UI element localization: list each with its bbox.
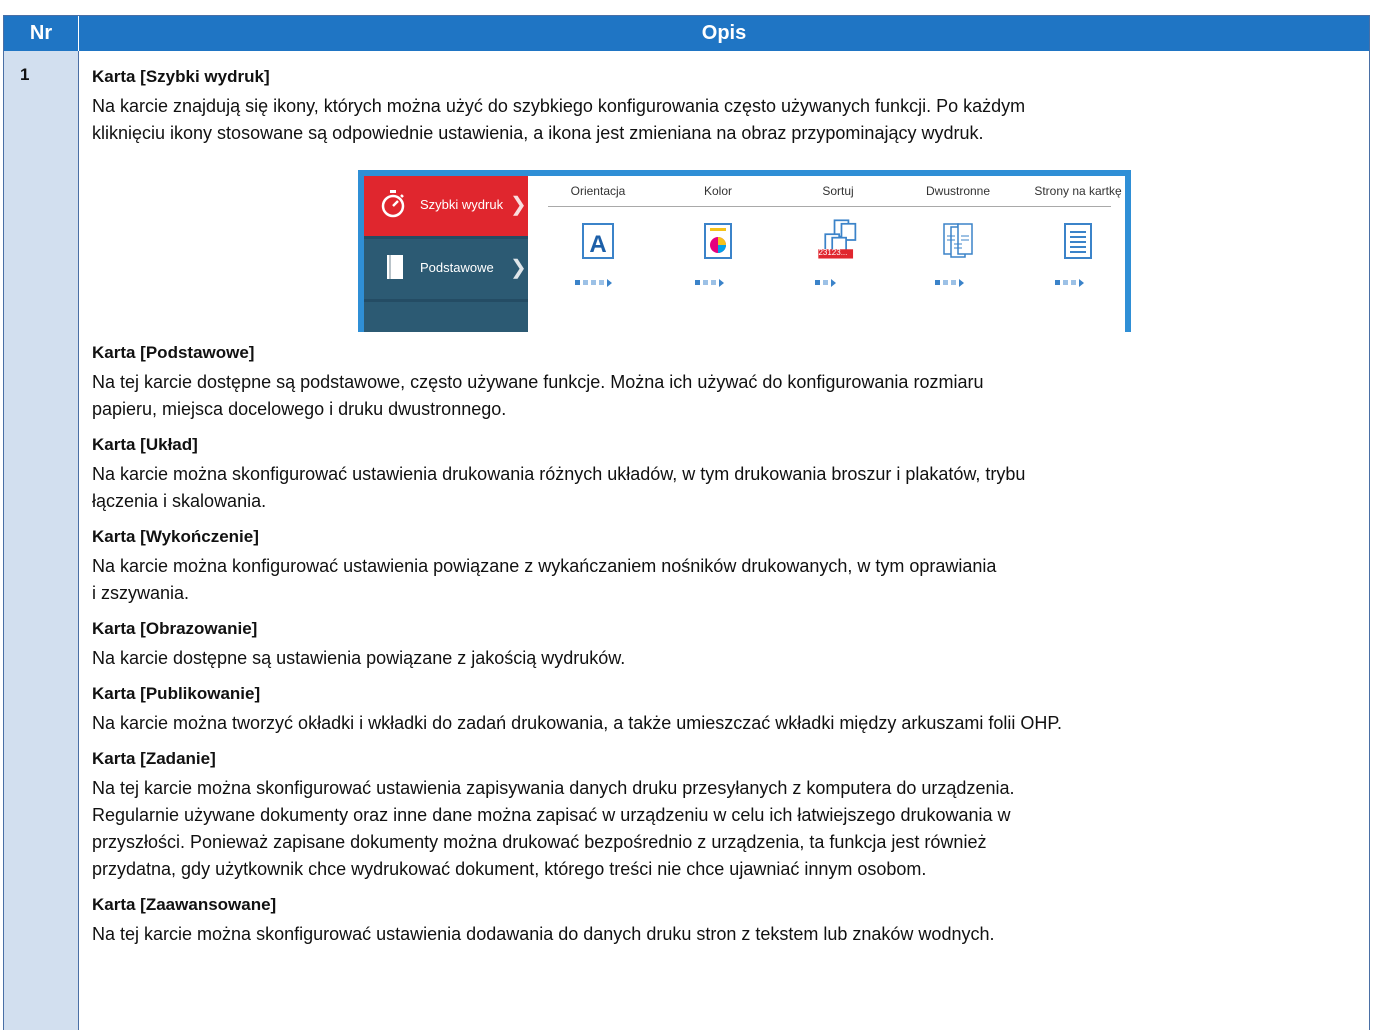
section-title-wykonczenie: Karta [Wykończenie] bbox=[92, 527, 259, 546]
section-title-zadanie: Karta [Zadanie] bbox=[92, 749, 216, 768]
book-icon bbox=[387, 255, 403, 279]
section-text-line: Na karcie dostępne są ustawienia powiąza… bbox=[92, 648, 626, 668]
row-description-cell: Karta [Szybki wydruk] Na karcie znajdują… bbox=[79, 51, 1369, 1030]
print-settings-screenshot: Szybki wydruk ❯ Podstawowe ❯ Orientacja bbox=[358, 170, 1131, 332]
quick-print-options: Orientacja A Kolor Sortuj 123123... Dwus… bbox=[534, 176, 1125, 332]
option-kolor: Kolor bbox=[658, 176, 778, 326]
header-opis: Opis bbox=[701, 22, 747, 44]
section-title-szybki-wydruk: Karta [Szybki wydruk] bbox=[92, 67, 270, 86]
stopwatch-icon bbox=[381, 190, 405, 218]
sidebar-tab-label: Szybki wydruk bbox=[420, 197, 504, 212]
option-label: Kolor bbox=[703, 184, 732, 198]
section-title-podstawowe: Karta [Podstawowe] bbox=[92, 343, 255, 362]
section-text-line: Na karcie można konfigurować ustawienia … bbox=[92, 556, 997, 576]
section-text-line: łączenia i skalowania. bbox=[92, 491, 267, 511]
svg-text:A: A bbox=[589, 231, 606, 258]
description-table: Nr Opis 1 Karta [Szybki wydruk] Na karci… bbox=[3, 15, 1370, 1030]
sort-badge: 123123... bbox=[814, 248, 848, 257]
sidebar-tab-szybki-wydruk: Szybki wydruk ❯ bbox=[364, 176, 528, 236]
section-text-line: Na tej karcie można skonfigurować ustawi… bbox=[92, 924, 995, 944]
sidebar-tab-label: Podstawowe bbox=[420, 260, 494, 275]
sidebar-tab-next bbox=[364, 302, 528, 332]
section-text-line: Na karcie można tworzyć okładki i wkładk… bbox=[92, 713, 1063, 733]
section-text-line: i zszywania. bbox=[92, 583, 190, 603]
screenshot-sidebar: Szybki wydruk ❯ Podstawowe ❯ bbox=[364, 176, 528, 332]
color-icon bbox=[704, 223, 732, 259]
row-number: 1 bbox=[20, 65, 30, 84]
option-state-dots bbox=[815, 274, 836, 287]
header-nr: Nr bbox=[4, 16, 79, 51]
section-text-line: Na karcie znajdują się ikony, których mo… bbox=[92, 96, 1026, 116]
option-state-dots bbox=[695, 274, 724, 287]
option-label: Dwustronne bbox=[925, 184, 991, 198]
option-state-dots bbox=[935, 274, 964, 287]
section-text-line: Na karcie można skonfigurować ustawienia… bbox=[92, 464, 1026, 484]
option-label: Strony na kartkę bbox=[1034, 184, 1122, 198]
option-strony-na-kartke: Strony na kartkę bbox=[1018, 176, 1131, 326]
chevron-right-icon: ❯ bbox=[510, 257, 527, 279]
section-text-line: kliknięciu ikony stosowane są odpowiedni… bbox=[92, 123, 984, 143]
section-title-zaawansowane: Karta [Zaawansowane] bbox=[92, 895, 277, 914]
table-header: Nr Opis bbox=[4, 16, 1369, 51]
section-text-line: przydatna, gdy użytkownik chce wydrukowa… bbox=[92, 859, 927, 879]
option-orientacja: Orientacja A bbox=[538, 176, 658, 326]
option-dwustronne: Dwustronne bbox=[898, 176, 1018, 326]
screenshot-panel: Szybki wydruk ❯ Podstawowe ❯ Orientacja bbox=[364, 176, 1125, 332]
chevron-right-icon: ❯ bbox=[510, 194, 527, 216]
duplex-icon bbox=[943, 223, 973, 258]
option-state-dots bbox=[1055, 274, 1084, 287]
row-number-cell: 1 bbox=[4, 51, 79, 1030]
option-state-dots bbox=[575, 274, 612, 287]
pages-per-sheet-icon bbox=[1064, 223, 1092, 259]
orientation-portrait-icon: A bbox=[582, 223, 614, 259]
section-text-line: papieru, miejsca docelowego i druku dwus… bbox=[92, 399, 507, 419]
option-sortuj: Sortuj 123123... bbox=[778, 176, 898, 326]
option-label: Sortuj bbox=[822, 184, 854, 198]
section-title-uklad: Karta [Układ] bbox=[92, 435, 198, 454]
option-label: Orientacja bbox=[570, 184, 626, 198]
section-text-line: Na tej karcie dostępne są podstawowe, cz… bbox=[92, 372, 984, 392]
section-title-obrazowanie: Karta [Obrazowanie] bbox=[92, 619, 258, 638]
section-title-publikowanie: Karta [Publikowanie] bbox=[92, 684, 261, 703]
section-text-line: przyszłości. Ponieważ zapisane dokumenty… bbox=[92, 832, 987, 852]
section-text-line: Na tej karcie można skonfigurować ustawi… bbox=[92, 778, 1015, 798]
section-text-line: Regularnie używane dokumenty oraz inne d… bbox=[92, 805, 1011, 825]
